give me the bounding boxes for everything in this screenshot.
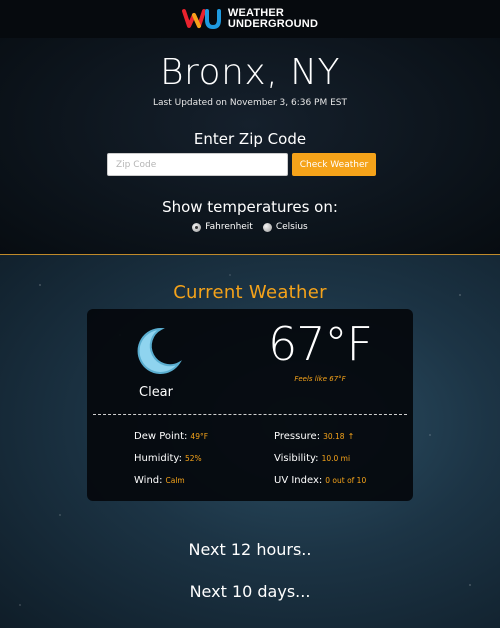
humidity-stat: Humidity: 52%	[134, 453, 202, 464]
celsius-radio[interactable]	[262, 222, 272, 232]
current-weather-title: Current Weather	[173, 282, 327, 303]
dew-point-stat: Dew Point: 49°F	[134, 431, 208, 442]
card-divider	[93, 414, 407, 415]
zip-code-input[interactable]	[107, 153, 288, 176]
uv-index-value: 0 out of 10	[325, 476, 367, 485]
current-weather-section: Current Weather Clear 67°F Feels like 67…	[0, 255, 500, 628]
humidity-label: Humidity:	[134, 453, 182, 464]
pressure-label: Pressure:	[274, 431, 321, 442]
pressure-stat: Pressure: 30.18 ↑	[274, 431, 354, 442]
visibility-stat: Visibility: 10.0 mi	[274, 453, 350, 464]
check-weather-button[interactable]: Check Weather	[292, 153, 376, 176]
wu-logo-icon	[181, 9, 221, 30]
condition-text: Clear	[139, 385, 173, 400]
weather-underground-logo[interactable]: WEATHER UNDERGROUND	[181, 6, 318, 32]
dew-point-value: 49°F	[190, 432, 209, 441]
wind-value: Calm	[165, 476, 185, 485]
location-panel: Bronx, NY Last Updated on November 3, 6:…	[0, 38, 500, 254]
temperature-value: 67°F	[268, 317, 373, 371]
visibility-label: Visibility:	[274, 453, 319, 464]
arrow-up-icon: ↑	[347, 432, 355, 441]
pressure-value: 30.18	[323, 432, 345, 441]
celsius-label: Celsius	[275, 222, 308, 232]
celsius-option[interactable]: Celsius	[262, 222, 308, 232]
uv-index-label: UV Index:	[274, 475, 323, 486]
uv-index-stat: UV Index: 0 out of 10	[274, 475, 366, 486]
wind-stat: Wind: Calm	[134, 475, 185, 486]
logo-text: WEATHER UNDERGROUND	[228, 8, 318, 30]
visibility-value: 10.0 mi	[321, 454, 351, 463]
fahrenheit-option[interactable]: Fahrenheit	[192, 222, 253, 232]
city-title: Bronx, NY	[159, 52, 341, 93]
wind-label: Wind:	[134, 475, 163, 486]
feels-like-text: Feels like 67°F	[294, 375, 346, 383]
temperature-units-label: Show temperatures on:	[162, 198, 338, 216]
humidity-value: 52%	[184, 454, 202, 463]
zip-code-label: Enter Zip Code	[193, 130, 307, 148]
fahrenheit-radio[interactable]	[192, 222, 202, 232]
temperature-units-options: Fahrenheit Celsius	[0, 222, 500, 232]
moon-icon	[137, 327, 182, 374]
next-12-hours-link[interactable]: Next 12 hours..	[0, 540, 500, 559]
fahrenheit-label: Fahrenheit	[205, 222, 253, 232]
site-header: WEATHER UNDERGROUND	[0, 0, 500, 38]
logo-line-2: UNDERGROUND	[227, 18, 319, 30]
next-10-days-link[interactable]: Next 10 days...	[0, 582, 500, 601]
last-updated-text: Last Updated on November 3, 6:36 PM EST	[153, 98, 347, 108]
current-weather-card: Clear 67°F Feels like 67°F Dew Point: 49°…	[87, 309, 413, 501]
dew-point-label: Dew Point:	[134, 431, 188, 442]
